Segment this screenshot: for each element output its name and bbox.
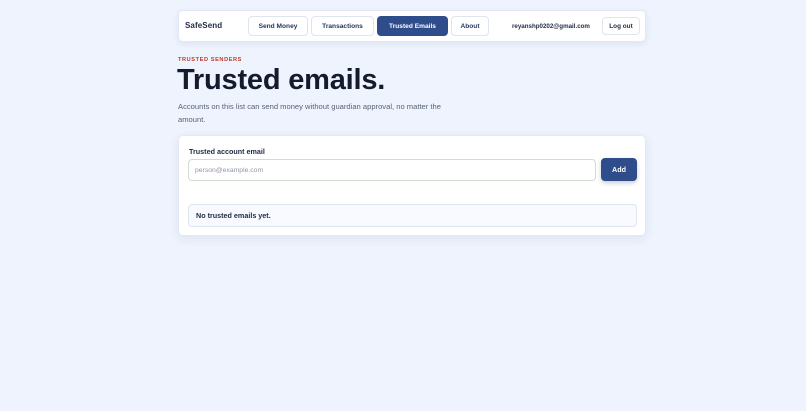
page-title: Trusted emails. bbox=[177, 64, 386, 96]
tab-transactions[interactable]: Transactions bbox=[311, 16, 374, 36]
trusted-emails-card: Trusted account email Add No trusted ema… bbox=[178, 135, 646, 236]
page-subtitle: Accounts on this list can send money wit… bbox=[178, 102, 441, 124]
email-field-label: Trusted account email bbox=[189, 147, 265, 156]
add-email-button[interactable]: Add bbox=[601, 158, 637, 181]
tab-trusted-emails[interactable]: Trusted Emails bbox=[377, 16, 448, 36]
empty-list-message: No trusted emails yet. bbox=[188, 204, 637, 227]
brand-logo[interactable]: SafeSend bbox=[185, 21, 222, 30]
top-navbar: SafeSend Send Money Transactions Trusted… bbox=[178, 10, 646, 42]
user-email: reyanshp0202@gmail.com bbox=[512, 23, 590, 30]
trusted-email-input[interactable] bbox=[188, 159, 596, 181]
tab-about[interactable]: About bbox=[451, 16, 489, 36]
tab-send-money[interactable]: Send Money bbox=[248, 16, 308, 36]
logout-button[interactable]: Log out bbox=[602, 17, 640, 35]
section-eyebrow: TRUSTED SENDERS bbox=[178, 57, 243, 63]
